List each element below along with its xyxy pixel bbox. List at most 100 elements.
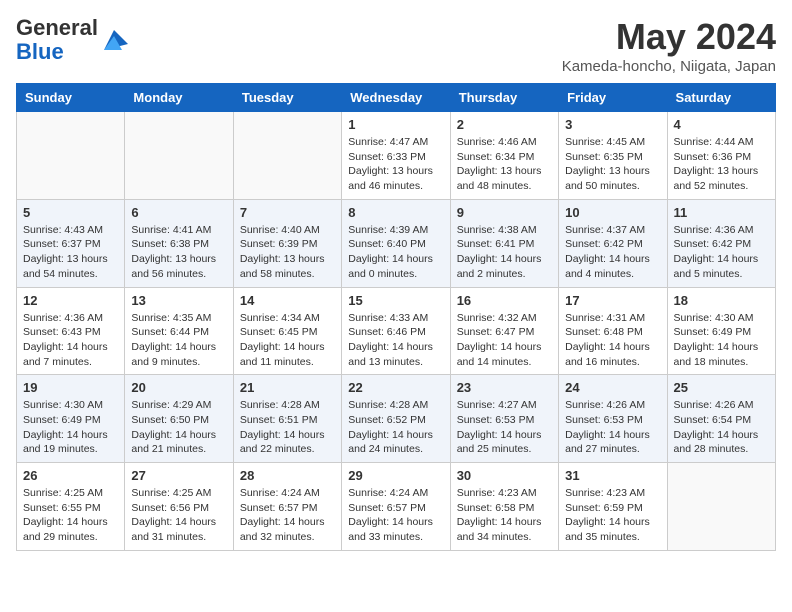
calendar-cell: 22Sunrise: 4:28 AM Sunset: 6:52 PM Dayli… (342, 375, 450, 463)
day-info: Sunrise: 4:33 AM Sunset: 6:46 PM Dayligh… (348, 311, 443, 370)
calendar-cell: 16Sunrise: 4:32 AM Sunset: 6:47 PM Dayli… (450, 287, 558, 375)
day-number: 6 (131, 205, 226, 220)
day-info: Sunrise: 4:36 AM Sunset: 6:42 PM Dayligh… (674, 223, 769, 282)
day-number: 9 (457, 205, 552, 220)
calendar-cell: 29 Sunrise: 4:24 AM Sunset: 6:57 PM Dayli… (342, 463, 450, 551)
day-info: Sunrise: 4:39 AM Sunset: 6:40 PM Dayligh… (348, 223, 443, 282)
calendar-cell: 13 Sunrise: 4:35 AM Sunset: 6:44 PM Dayli… (125, 287, 233, 375)
calendar-cell: 4 Sunrise: 4:44 AM Sunset: 6:36 PM Daylig… (667, 112, 775, 200)
day-info: Sunrise: 4:28 AM Sunset: 6:51 PM Dayligh… (240, 398, 335, 457)
day-info: Sunrise: 4:47 AM Sunset: 6:33 PM Dayligh… (348, 135, 443, 194)
month-title: May 2024 (562, 16, 776, 58)
logo-general-text: General (16, 15, 98, 40)
day-info: Sunrise: 4:35 AM Sunset: 6:44 PM Dayligh… (131, 311, 226, 370)
calendar-week-row: 5 Sunrise: 4:43 AM Sunset: 6:37 PM Daylig… (17, 199, 776, 287)
calendar-cell: 23 Sunrise: 4:27 AM Sunset: 6:53 PM Dayli… (450, 375, 558, 463)
day-info: Sunrise: 4:41 AM Sunset: 6:38 PM Dayligh… (131, 223, 226, 282)
day-number: 4 (674, 117, 769, 132)
day-number: 31 (565, 468, 660, 483)
calendar-cell: 19Sunrise: 4:30 AM Sunset: 6:49 PM Dayli… (17, 375, 125, 463)
page-container: General Blue May 2024 Kameda-honcho, Nii… (16, 16, 776, 551)
day-number: 8 (348, 205, 443, 220)
calendar-cell (667, 463, 775, 551)
day-number: 17 (565, 293, 660, 308)
day-number: 15 (348, 293, 443, 308)
day-number: 19 (23, 380, 118, 395)
calendar-cell: 26Sunrise: 4:25 AM Sunset: 6:55 PM Dayli… (17, 463, 125, 551)
day-info: Sunrise: 4:36 AM Sunset: 6:43 PM Dayligh… (23, 311, 118, 370)
calendar-cell: 8 Sunrise: 4:39 AM Sunset: 6:40 PM Daylig… (342, 199, 450, 287)
calendar-header-wednesday: Wednesday (342, 84, 450, 112)
day-number: 10 (565, 205, 660, 220)
calendar-cell (125, 112, 233, 200)
calendar-cell: 25 Sunrise: 4:26 AM Sunset: 6:54 PM Dayli… (667, 375, 775, 463)
calendar-cell: 7 Sunrise: 4:40 AM Sunset: 6:39 PM Daylig… (233, 199, 341, 287)
calendar-header-saturday: Saturday (667, 84, 775, 112)
day-info: Sunrise: 4:43 AM Sunset: 6:37 PM Dayligh… (23, 223, 118, 282)
calendar-cell: 9 Sunrise: 4:38 AM Sunset: 6:41 PM Daylig… (450, 199, 558, 287)
day-info: Sunrise: 4:23 AM Sunset: 6:58 PM Dayligh… (457, 486, 552, 545)
calendar-cell: 30 Sunrise: 4:23 AM Sunset: 6:58 PM Dayli… (450, 463, 558, 551)
day-info: Sunrise: 4:40 AM Sunset: 6:39 PM Dayligh… (240, 223, 335, 282)
day-info: Sunrise: 4:31 AM Sunset: 6:48 PM Dayligh… (565, 311, 660, 370)
calendar-cell: 14 Sunrise: 4:34 AM Sunset: 6:45 PM Dayli… (233, 287, 341, 375)
day-info: Sunrise: 4:24 AM Sunset: 6:57 PM Dayligh… (348, 486, 443, 545)
calendar-cell: 21 Sunrise: 4:28 AM Sunset: 6:51 PM Dayli… (233, 375, 341, 463)
calendar-cell (17, 112, 125, 200)
day-number: 22 (348, 380, 443, 395)
day-info: Sunrise: 4:23 AM Sunset: 6:59 PM Dayligh… (565, 486, 660, 545)
logo-icon (100, 26, 128, 54)
calendar-cell: 24Sunrise: 4:26 AM Sunset: 6:53 PM Dayli… (559, 375, 667, 463)
day-number: 24 (565, 380, 660, 395)
day-number: 30 (457, 468, 552, 483)
day-info: Sunrise: 4:29 AM Sunset: 6:50 PM Dayligh… (131, 398, 226, 457)
calendar-header-thursday: Thursday (450, 84, 558, 112)
day-number: 11 (674, 205, 769, 220)
calendar-cell: 18 Sunrise: 4:30 AM Sunset: 6:49 PM Dayli… (667, 287, 775, 375)
day-number: 16 (457, 293, 552, 308)
day-number: 7 (240, 205, 335, 220)
day-number: 27 (131, 468, 226, 483)
calendar-cell: 1 Sunrise: 4:47 AM Sunset: 6:33 PM Daylig… (342, 112, 450, 200)
day-number: 13 (131, 293, 226, 308)
calendar-table: SundayMondayTuesdayWednesdayThursdayFrid… (16, 83, 776, 551)
day-number: 29 (348, 468, 443, 483)
day-info: Sunrise: 4:44 AM Sunset: 6:36 PM Dayligh… (674, 135, 769, 194)
day-info: Sunrise: 4:45 AM Sunset: 6:35 PM Dayligh… (565, 135, 660, 194)
calendar-cell: 2Sunrise: 4:46 AM Sunset: 6:34 PM Daylig… (450, 112, 558, 200)
calendar-header-monday: Monday (125, 84, 233, 112)
logo-blue-text: Blue (16, 39, 64, 64)
day-number: 5 (23, 205, 118, 220)
calendar-cell: 12 Sunrise: 4:36 AM Sunset: 6:43 PM Dayli… (17, 287, 125, 375)
day-number: 18 (674, 293, 769, 308)
day-info: Sunrise: 4:38 AM Sunset: 6:41 PM Dayligh… (457, 223, 552, 282)
day-info: Sunrise: 4:24 AM Sunset: 6:57 PM Dayligh… (240, 486, 335, 545)
calendar-cell: 3 Sunrise: 4:45 AM Sunset: 6:35 PM Daylig… (559, 112, 667, 200)
day-number: 25 (674, 380, 769, 395)
calendar-cell: 5 Sunrise: 4:43 AM Sunset: 6:37 PM Daylig… (17, 199, 125, 287)
calendar-cell: 17 Sunrise: 4:31 AM Sunset: 6:48 PM Dayli… (559, 287, 667, 375)
day-number: 14 (240, 293, 335, 308)
calendar-cell: 28Sunrise: 4:24 AM Sunset: 6:57 PM Dayli… (233, 463, 341, 551)
day-number: 23 (457, 380, 552, 395)
day-number: 20 (131, 380, 226, 395)
calendar-cell: 10Sunrise: 4:37 AM Sunset: 6:42 PM Dayli… (559, 199, 667, 287)
title-block: May 2024 Kameda-honcho, Niigata, Japan (562, 16, 776, 75)
day-info: Sunrise: 4:30 AM Sunset: 6:49 PM Dayligh… (674, 311, 769, 370)
day-info: Sunrise: 4:27 AM Sunset: 6:53 PM Dayligh… (457, 398, 552, 457)
logo: General Blue (16, 16, 128, 64)
header: General Blue May 2024 Kameda-honcho, Nii… (16, 16, 776, 75)
calendar-header-tuesday: Tuesday (233, 84, 341, 112)
day-info: Sunrise: 4:26 AM Sunset: 6:54 PM Dayligh… (674, 398, 769, 457)
calendar-cell: 15 Sunrise: 4:33 AM Sunset: 6:46 PM Dayli… (342, 287, 450, 375)
day-info: Sunrise: 4:46 AM Sunset: 6:34 PM Dayligh… (457, 135, 552, 194)
calendar-cell: 11 Sunrise: 4:36 AM Sunset: 6:42 PM Dayli… (667, 199, 775, 287)
day-info: Sunrise: 4:34 AM Sunset: 6:45 PM Dayligh… (240, 311, 335, 370)
day-info: Sunrise: 4:25 AM Sunset: 6:55 PM Dayligh… (23, 486, 118, 545)
day-number: 3 (565, 117, 660, 132)
day-number: 12 (23, 293, 118, 308)
day-number: 1 (348, 117, 443, 132)
calendar-week-row: 26Sunrise: 4:25 AM Sunset: 6:55 PM Dayli… (17, 463, 776, 551)
day-number: 21 (240, 380, 335, 395)
calendar-cell: 31 Sunrise: 4:23 AM Sunset: 6:59 PM Dayli… (559, 463, 667, 551)
